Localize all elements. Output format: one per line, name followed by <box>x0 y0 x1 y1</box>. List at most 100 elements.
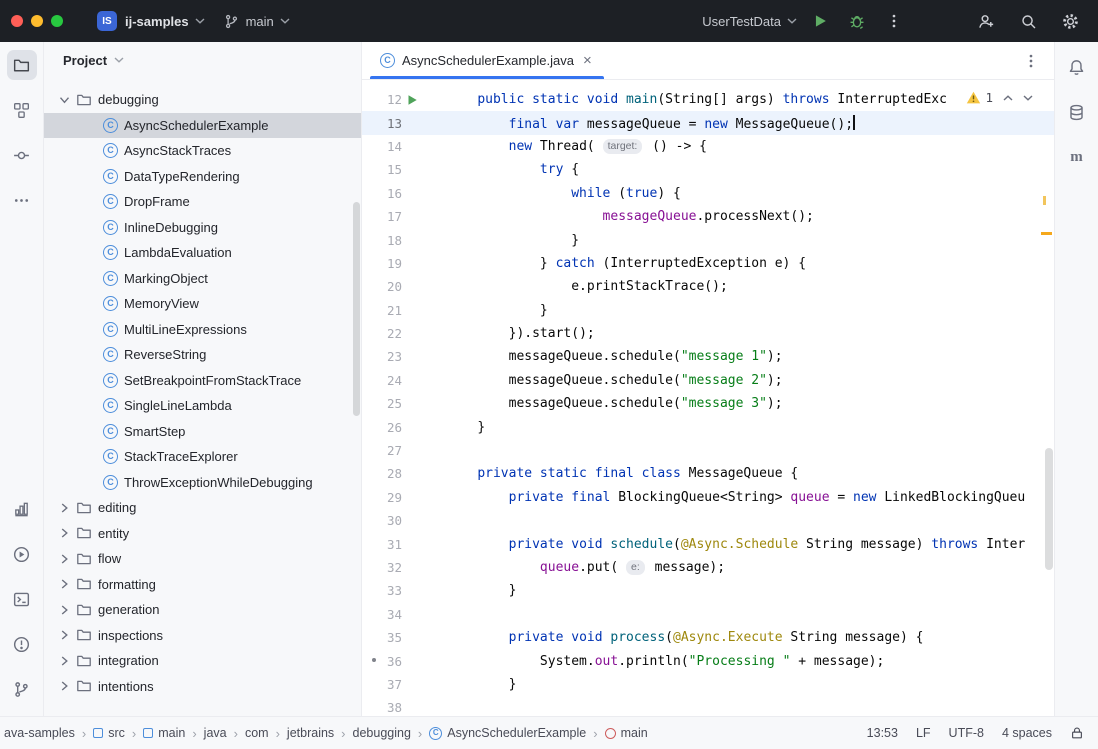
line-number[interactable]: 33 <box>362 583 402 598</box>
gutter[interactable] <box>402 94 446 106</box>
chevron-collapsed-icon[interactable] <box>58 528 70 538</box>
tree-item-SingleLineLambda[interactable]: C SingleLineLambda <box>44 393 361 419</box>
line-number[interactable]: 29 <box>362 490 402 505</box>
chevron-collapsed-icon[interactable] <box>58 630 70 640</box>
close-tab-icon[interactable]: × <box>583 53 592 68</box>
code-text[interactable]: } catch (InterruptedException e) { <box>446 256 1054 271</box>
settings-button[interactable] <box>1056 7 1084 35</box>
chevron-collapsed-icon[interactable] <box>58 503 70 513</box>
line-number[interactable]: 19 <box>362 256 402 271</box>
next-problem-button[interactable] <box>1023 94 1033 101</box>
line-number[interactable]: 18 <box>362 233 402 248</box>
tree-item-AsyncStackTraces[interactable]: C AsyncStackTraces <box>44 138 361 164</box>
code-text[interactable]: } <box>446 420 1054 435</box>
line-number[interactable]: 36 <box>362 654 402 669</box>
tab-options-button[interactable] <box>1022 42 1054 79</box>
tree-item-DropFrame[interactable]: C DropFrame <box>44 189 361 215</box>
indent-indicator[interactable]: 4 spaces <box>1002 726 1052 740</box>
warnings-summary[interactable]: 1 <box>966 90 993 105</box>
line-number[interactable]: 38 <box>362 700 402 715</box>
line-number[interactable]: 30 <box>362 513 402 528</box>
previous-problem-button[interactable] <box>1003 94 1013 101</box>
vcs-branch-widget[interactable]: main <box>223 13 290 30</box>
minimize-window-button[interactable] <box>31 15 43 27</box>
tree-item-debugging[interactable]: debugging <box>44 87 361 113</box>
caret-position[interactable]: 13:53 <box>867 726 898 740</box>
line-number[interactable]: 22 <box>362 326 402 341</box>
tree-item-MultiLineExpressions[interactable]: C MultiLineExpressions <box>44 317 361 343</box>
line-number[interactable]: 34 <box>362 607 402 622</box>
code-text[interactable]: e.printStackTrace(); <box>446 279 1054 294</box>
more-actions-button[interactable] <box>880 7 908 35</box>
breadcrumb-com[interactable]: com <box>245 726 269 740</box>
commit-button[interactable] <box>7 140 37 170</box>
project-widget[interactable]: ij-samples <box>125 14 205 29</box>
terminal-button[interactable] <box>7 584 37 614</box>
line-separator-indicator[interactable]: LF <box>916 726 931 740</box>
warning-stripe-mark[interactable] <box>1043 196 1046 205</box>
more-tools-button[interactable] <box>7 185 37 215</box>
tree-item-flow[interactable]: flow <box>44 546 361 572</box>
tree-item-ThrowExceptionWhileDebugging[interactable]: C ThrowExceptionWhileDebugging <box>44 470 361 496</box>
line-number[interactable]: 14 <box>362 139 402 154</box>
tree-item-generation[interactable]: generation <box>44 597 361 623</box>
project-folder-button[interactable] <box>6 50 37 80</box>
line-number[interactable]: 28 <box>362 466 402 481</box>
line-number[interactable]: 15 <box>362 162 402 177</box>
code-text[interactable]: private void schedule(@Async.Schedule St… <box>446 537 1054 552</box>
warning-stripe-mark[interactable] <box>1041 232 1052 235</box>
code-text[interactable]: private static final class MessageQueue … <box>446 466 1054 481</box>
tree-item-AsyncSchedulerExample[interactable]: C AsyncSchedulerExample <box>44 112 361 138</box>
problems-button[interactable] <box>7 629 37 659</box>
tree-item-SetBreakpointFromStackTrace[interactable]: C SetBreakpointFromStackTrace <box>44 368 361 394</box>
run-configuration-widget[interactable]: UserTestData <box>702 14 797 29</box>
project-panel-header[interactable]: Project <box>44 42 361 78</box>
breadcrumb-debugging[interactable]: debugging <box>353 726 411 740</box>
notifications-button[interactable] <box>1062 52 1092 82</box>
code-editor[interactable]: 12 public static void main(String[] args… <box>362 80 1054 716</box>
tree-item-formatting[interactable]: formatting <box>44 572 361 598</box>
breadcrumb-main[interactable]: main <box>143 726 185 740</box>
line-number[interactable]: 37 <box>362 677 402 692</box>
line-number[interactable]: 17 <box>362 209 402 224</box>
tree-item-ReverseString[interactable]: C ReverseString <box>44 342 361 368</box>
code-text[interactable]: private final BlockingQueue<String> queu… <box>446 490 1054 505</box>
tree-item-entity[interactable]: entity <box>44 521 361 547</box>
code-text[interactable]: try { <box>446 162 1054 177</box>
tree-item-MarkingObject[interactable]: C MarkingObject <box>44 266 361 292</box>
tree-item-DataTypeRendering[interactable]: C DataTypeRendering <box>44 164 361 190</box>
code-text[interactable]: while (true) { <box>446 186 1054 201</box>
maven-button[interactable]: m <box>1062 142 1092 172</box>
database-button[interactable] <box>1062 97 1092 127</box>
chevron-collapsed-icon[interactable] <box>58 656 70 666</box>
tree-item-InlineDebugging[interactable]: C InlineDebugging <box>44 215 361 241</box>
tree-item-LambdaEvaluation[interactable]: C LambdaEvaluation <box>44 240 361 266</box>
line-number[interactable]: 32 <box>362 560 402 575</box>
tree-item-editing[interactable]: editing <box>44 495 361 521</box>
line-number[interactable]: 25 <box>362 396 402 411</box>
readonly-lock-button[interactable] <box>1070 726 1084 740</box>
tree-item-inspections[interactable]: inspections <box>44 623 361 649</box>
structure-button[interactable] <box>7 95 37 125</box>
zoom-window-button[interactable] <box>51 15 63 27</box>
breadcrumb-jetbrains[interactable]: jetbrains <box>287 726 334 740</box>
line-number[interactable]: 35 <box>362 630 402 645</box>
code-text[interactable]: messageQueue.schedule("message 1"); <box>446 349 1054 364</box>
line-number[interactable]: 23 <box>362 349 402 364</box>
line-number[interactable]: 12 <box>362 92 402 107</box>
project-scrollbar-thumb[interactable] <box>353 202 360 416</box>
debug-button[interactable] <box>843 7 871 35</box>
breadcrumb-ava-samples[interactable]: ava-samples <box>4 726 75 740</box>
line-number[interactable]: 26 <box>362 420 402 435</box>
chevron-collapsed-icon[interactable] <box>58 681 70 691</box>
profiler-button[interactable] <box>7 494 37 524</box>
chevron-collapsed-icon[interactable] <box>58 579 70 589</box>
search-everywhere-button[interactable] <box>1014 7 1042 35</box>
line-number[interactable]: 21 <box>362 303 402 318</box>
run-button[interactable] <box>806 7 834 35</box>
code-text[interactable]: messageQueue.processNext(); <box>446 209 1054 224</box>
code-text[interactable]: } <box>446 583 1054 598</box>
code-text[interactable]: System.out.println("Processing " + messa… <box>446 654 1054 669</box>
line-number[interactable]: 24 <box>362 373 402 388</box>
services-button[interactable] <box>7 539 37 569</box>
